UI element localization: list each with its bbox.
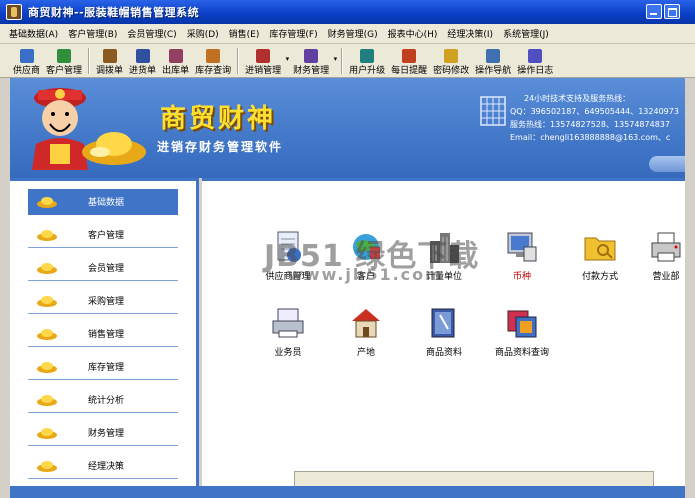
grid-item-branch[interactable]: 营业部 [636,229,685,293]
banner: 商贸财神 进销存财务管理软件 24小时技术支持及服务热线： QQ：3965021… [10,78,685,178]
banner-collapse-button[interactable] [649,156,685,172]
grid-item-payment[interactable]: 付款方式 [570,229,630,293]
sidebar-item-manager[interactable]: 经理决策 [28,453,178,479]
menu-system[interactable]: 系统管理(J) [498,27,554,40]
support-line: 服务热线：13574827528、13574874837 [510,120,670,129]
bottom-subwindow-edge [294,471,654,486]
building-grid-icon [480,96,506,126]
gold-ingot-icon [37,394,57,406]
toolbar-finance-dropdown[interactable]: 财务管理 [290,45,338,77]
brand-title: 商贸财神 [160,104,277,134]
menu-inventory[interactable]: 库存管理(F) [264,27,322,40]
toolbar-customer-button[interactable]: 客户管理 [43,45,85,77]
trade-icon [256,49,271,63]
support-line: Email：chengli163888888@163.com、c [510,133,671,142]
purchase-icon [135,49,150,63]
branch-printer-icon [651,232,681,262]
menu-manager[interactable]: 经理决策(I) [442,27,498,40]
gold-ingot-icon [37,460,57,472]
grid-item-product[interactable]: 商品资料 [414,305,474,369]
toolbar-separator [237,48,240,74]
password-icon [444,49,459,63]
toolbar-upgrade-button[interactable]: 用户升级 [346,45,388,77]
sidebar-item-basic-data[interactable]: 基础数据 [28,189,178,215]
grid-item-salesman[interactable]: 业务员 [258,305,318,369]
toolbar-password-button[interactable]: 密码修改 [430,45,472,77]
title-bar: 商贸财神--服装鞋帽销售管理系统 [0,0,695,24]
gold-ingot-icon [82,132,146,165]
left-navigation-panel: 基础数据 客户管理 会员管理 采购管理 销售管理 库存管理 统计分析 财务管理 … [10,178,199,486]
gold-ingot-icon [37,295,57,307]
app-icon [6,4,22,20]
toolbar-reminder-button[interactable]: 每日提醒 [388,45,430,77]
supplier-icon [19,49,34,63]
sidebar-item-sales[interactable]: 销售管理 [28,321,178,347]
support-line: 24小时技术支持及服务热线： [524,94,631,103]
toolbar-supplier-button[interactable]: 供应商 [10,45,43,77]
toolbar: 供应商 客户管理 调拨单 进货单 出库单 库存查询 进销管理 财务管理 用户升级… [0,44,695,78]
transfer-icon [102,49,117,63]
gold-ingot-icon [37,427,57,439]
toolbar-transfer-button[interactable]: 调拨单 [93,45,126,77]
menu-bar: 基础数据(A) 客户管理(B) 会员管理(C) 采购(D) 销售(E) 库存管理… [0,24,695,44]
support-info: 24小时技术支持及服务热线： QQ：396502187、649505444、13… [510,92,679,144]
grid-item-product-query[interactable]: 商品资料查询 [492,305,552,369]
reminder-icon [402,49,417,63]
toolbar-purchase-button[interactable]: 进货单 [126,45,159,77]
outbound-icon [168,49,183,63]
gold-ingot-icon [37,196,57,208]
toolbar-stock-query-button[interactable]: 库存查询 [192,45,234,77]
toolbar-separator [341,48,344,74]
sidebar-item-customer[interactable]: 客户管理 [28,222,178,248]
menu-reports[interactable]: 报表中心(H) [383,27,443,40]
product-book-icon [431,308,455,338]
sidebar-item-finance[interactable]: 财务管理 [28,420,178,446]
navigation-icon [486,49,501,63]
watermark-url: www.jb51.com [288,265,444,284]
salesman-printer-icon [272,308,304,338]
main-content-panel: 供应商管理 客户 计量单位 币种 付款方式 营业部 业务员 产地 商品资料 商品… [202,178,685,486]
toolbar-navigation-button[interactable]: 操作导航 [472,45,514,77]
origin-house-icon [352,309,380,338]
maximize-button[interactable] [664,4,680,19]
toolbar-trade-dropdown[interactable]: 进销管理 [242,45,290,77]
upgrade-icon [360,49,375,63]
gold-ingot-icon [37,229,57,241]
menu-customer[interactable]: 客户管理(B) [63,27,122,40]
gold-ingot-icon [37,262,57,274]
currency-monitor-icon [507,232,537,262]
menu-purchase[interactable]: 采购(D) [182,27,224,40]
product-query-icon [507,310,537,338]
grid-item-currency[interactable]: 币种 [492,229,552,293]
gold-ingot-icon [37,361,57,373]
sidebar-item-statistics[interactable]: 统计分析 [28,387,178,413]
support-line: QQ：396502187、649505444、13240973 [510,107,679,116]
sidebar-item-purchase[interactable]: 采购管理 [28,288,178,314]
sidebar-item-inventory[interactable]: 库存管理 [28,354,178,380]
toolbar-separator [88,48,91,74]
bottom-border [10,486,685,498]
customer-icon [57,49,72,63]
sidebar-item-member[interactable]: 会员管理 [28,255,178,281]
stock-query-icon [206,49,221,63]
gold-ingot-icon [37,328,57,340]
menu-member[interactable]: 会员管理(C) [122,27,181,40]
toolbar-log-button[interactable]: 操作日志 [514,45,556,77]
brand-subtitle: 进销存财务管理软件 [157,140,284,154]
grid-item-origin[interactable]: 产地 [336,305,396,369]
log-icon [528,49,543,63]
window-title: 商贸财神--服装鞋帽销售管理系统 [28,6,200,19]
menu-basic-data[interactable]: 基础数据(A) [4,27,63,40]
payment-folder-icon [584,237,616,261]
menu-finance[interactable]: 财务管理(G) [323,27,383,40]
finance-icon [304,49,319,63]
menu-sales[interactable]: 销售(E) [224,27,265,40]
toolbar-outbound-button[interactable]: 出库单 [159,45,192,77]
minimize-button[interactable] [646,4,662,19]
